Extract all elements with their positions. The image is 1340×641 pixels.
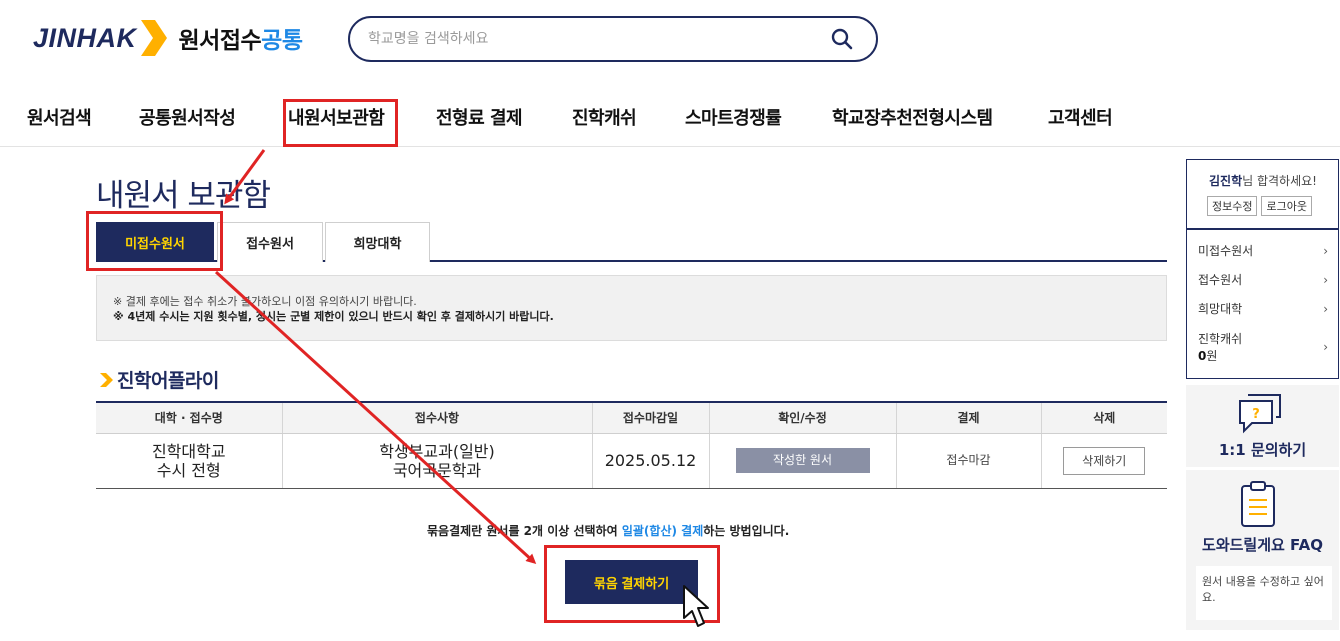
table-header-row: 대학 · 접수명 접수사항 접수마감일 확인/수정 결제 삭제	[96, 401, 1167, 434]
chat-bubble-question-icon: ?	[1239, 394, 1281, 434]
chevron-right-icon: ›	[1323, 272, 1328, 287]
nav-item-smart-competition[interactable]: 스마트경쟁률	[685, 104, 782, 130]
nav-item-fee-payment[interactable]: 전형료 결제	[436, 104, 523, 130]
sidebar-divider	[1187, 228, 1339, 230]
search-icon[interactable]	[830, 27, 854, 51]
annotation-box-bundle	[544, 545, 720, 623]
section-title-text: 진학어플라이	[117, 370, 219, 392]
deadline-cell: 2025.05.12	[591, 433, 709, 489]
tab-wishlist[interactable]: 희망대학	[325, 222, 430, 262]
chevron-right-icon: ›	[1323, 301, 1328, 316]
column-header: 삭제	[1040, 401, 1167, 434]
department: 국어국문학과	[392, 460, 482, 480]
column-header: 접수마감일	[591, 401, 709, 434]
logout-button[interactable]: 로그아웃	[1261, 196, 1312, 216]
faq-label: 도와드릴게요 FAQ	[1202, 536, 1323, 554]
logo-sub-accent: 공통	[261, 28, 303, 54]
column-header: 접수사항	[281, 401, 592, 434]
sidebar-item-label: 접수원서	[1198, 273, 1243, 287]
admission-track: 학생부교과(일반)	[379, 441, 495, 461]
application-detail-cell: 학생부교과(일반) 국어국문학과	[281, 433, 592, 489]
sidebar-item-unsubmitted[interactable]: 미접수원서 ›	[1198, 242, 1328, 259]
greeting-suffix: 님 합격하세요!	[1242, 174, 1317, 188]
logo-sub-main: 원서접수	[178, 28, 262, 54]
logo-service-name: 원서접수공통	[179, 21, 303, 55]
section-title: 진학어플라이	[98, 366, 219, 393]
column-header: 대학 · 접수명	[96, 401, 282, 434]
university-name: 진학대학교	[151, 441, 226, 461]
search-input[interactable]	[368, 31, 830, 47]
tab-bar: 미접수원서 접수원서 희망대학	[96, 222, 1167, 262]
sidebar-item-submitted[interactable]: 접수원서 ›	[1198, 271, 1328, 288]
user-greeting: 김진학님 합격하세요!	[1187, 172, 1339, 189]
sidebar-item-cash[interactable]: 진학캐쉬 0원 ›	[1198, 330, 1328, 364]
cash-label: 진학캐쉬	[1198, 332, 1243, 346]
sidebar-item-label: 희망대학	[1198, 302, 1243, 316]
qna-card[interactable]: ? 1:1 문의하기	[1186, 385, 1339, 467]
written-application-button[interactable]: 작성한 원서	[735, 448, 870, 473]
logo-text: JINHAK	[33, 22, 137, 53]
logo[interactable]: JINHAK 원서접수공통	[33, 14, 303, 62]
column-header: 결제	[895, 401, 1041, 434]
bundle-msg-post: 하는 방법입니다.	[703, 524, 790, 538]
confirm-cell: 작성한 원서	[708, 433, 896, 489]
admission-type: 수시 전형	[156, 460, 221, 480]
column-header: 확인/수정	[708, 401, 896, 434]
chevron-right-icon: ›	[1323, 340, 1328, 354]
nav-item-search[interactable]: 원서검색	[27, 104, 92, 130]
applications-table: 대학 · 접수명 접수사항 접수마감일 확인/수정 결제 삭제 진학대학교 수시…	[96, 401, 1167, 489]
chevron-right-icon	[100, 372, 113, 387]
annotation-box-nav	[283, 99, 398, 147]
university-cell: 진학대학교 수시 전형	[96, 433, 282, 489]
nav-item-common-application[interactable]: 공통원서작성	[139, 104, 236, 130]
delete-button[interactable]: 삭제하기	[1063, 446, 1146, 475]
notice-box: ※ 결제 후에는 접수 취소가 불가하오니 이점 유의하시기 바랍니다. ※ 4…	[96, 275, 1167, 341]
user-name: 김진학	[1209, 174, 1243, 188]
cash-unit: 원	[1206, 349, 1218, 363]
notice-line-1: ※ 결제 후에는 접수 취소가 불가하오니 이점 유의하시기 바랍니다.	[113, 295, 417, 308]
svg-text:?: ?	[1252, 407, 1260, 422]
bundle-msg-pre: 묶음결제란 원서를 2개 이상 선택하여	[427, 524, 622, 538]
clipboard-icon	[1241, 481, 1275, 527]
sidebar-item-label: 미접수원서	[1198, 244, 1254, 258]
logo-chevron-icon	[140, 20, 167, 56]
nav-item-customer-center[interactable]: 고객센터	[1048, 104, 1113, 130]
annotation-box-tab	[86, 211, 223, 271]
sidebar-item-wishlist[interactable]: 희망대학 ›	[1198, 300, 1328, 317]
search-bar	[348, 16, 878, 62]
nav-item-principal-recommendation[interactable]: 학교장추천전형시스템	[832, 104, 993, 130]
payment-status-cell: 접수마감	[895, 433, 1041, 489]
delete-cell: 삭제하기	[1040, 433, 1167, 489]
faq-card: 도와드릴게요 FAQ 원서 내용을 수정하고 싶어요.	[1186, 470, 1339, 630]
nav-divider	[0, 146, 1340, 147]
page-title: 내원서 보관함	[96, 178, 271, 214]
user-sidebar: 김진학님 합격하세요! 정보수정 로그아웃 미접수원서 › 접수원서 › 희망대학 ›…	[1186, 159, 1339, 379]
faq-question-link[interactable]: 원서 내용을 수정하고 싶어요.	[1196, 566, 1332, 620]
nav-item-jinhak-cash[interactable]: 진학캐쉬	[572, 104, 637, 130]
table-row: 진학대학교 수시 전형 학생부교과(일반) 국어국문학과 2025.05.12 …	[96, 433, 1167, 489]
tab-submitted[interactable]: 접수원서	[217, 222, 323, 262]
edit-profile-button[interactable]: 정보수정	[1207, 196, 1258, 216]
qna-label: 1:1 문의하기	[1218, 441, 1307, 459]
bundle-msg-link: 일괄(합산) 결제	[621, 524, 704, 538]
notice-line-2: ※ 4년제 수시는 지원 횟수별, 정시는 군별 제한이 있으니 반드시 확인 …	[113, 310, 554, 323]
chevron-right-icon: ›	[1323, 243, 1328, 258]
